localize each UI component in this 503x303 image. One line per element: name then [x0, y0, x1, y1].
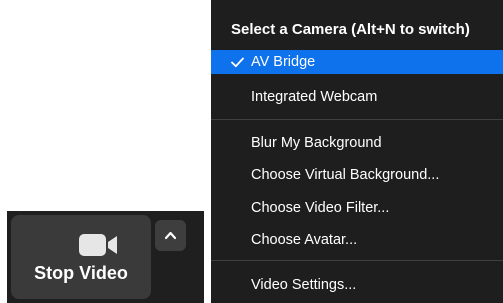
menu-item-video-filter[interactable]: Choose Video Filter... [211, 196, 503, 220]
camera-options-menu: Select a Camera (Alt+N to switch) AV Bri… [211, 0, 503, 303]
menu-item-virtual-background[interactable]: Choose Virtual Background... [211, 163, 503, 187]
menu-item-label: Choose Video Filter... [251, 200, 390, 216]
menu-item-label: Choose Virtual Background... [251, 167, 440, 183]
menu-item-blur-background[interactable]: Blur My Background [211, 131, 503, 155]
menu-divider [211, 119, 503, 120]
menu-divider [211, 260, 503, 261]
menu-item-label: Choose Avatar... [251, 232, 358, 248]
stop-video-button[interactable]: Stop Video [11, 215, 151, 299]
menu-item-label: AV Bridge [251, 54, 316, 70]
stop-video-label: Stop Video [34, 263, 128, 283]
video-options-caret-button[interactable] [155, 220, 186, 251]
menu-item-choose-avatar[interactable]: Choose Avatar... [211, 228, 503, 252]
meeting-toolbar: Stop Video [7, 211, 204, 303]
menu-item-integrated-webcam[interactable]: Integrated Webcam [211, 85, 503, 109]
menu-item-video-settings[interactable]: Video Settings... [211, 273, 503, 297]
menu-item-label: Blur My Background [251, 135, 382, 151]
menu-item-av-bridge[interactable]: AV Bridge [211, 50, 503, 74]
video-camera-icon [79, 231, 123, 259]
menu-header: Select a Camera (Alt+N to switch) [231, 21, 470, 38]
checkmark-icon [231, 50, 245, 74]
menu-item-label: Video Settings... [251, 277, 357, 293]
menu-item-label: Integrated Webcam [251, 89, 378, 105]
